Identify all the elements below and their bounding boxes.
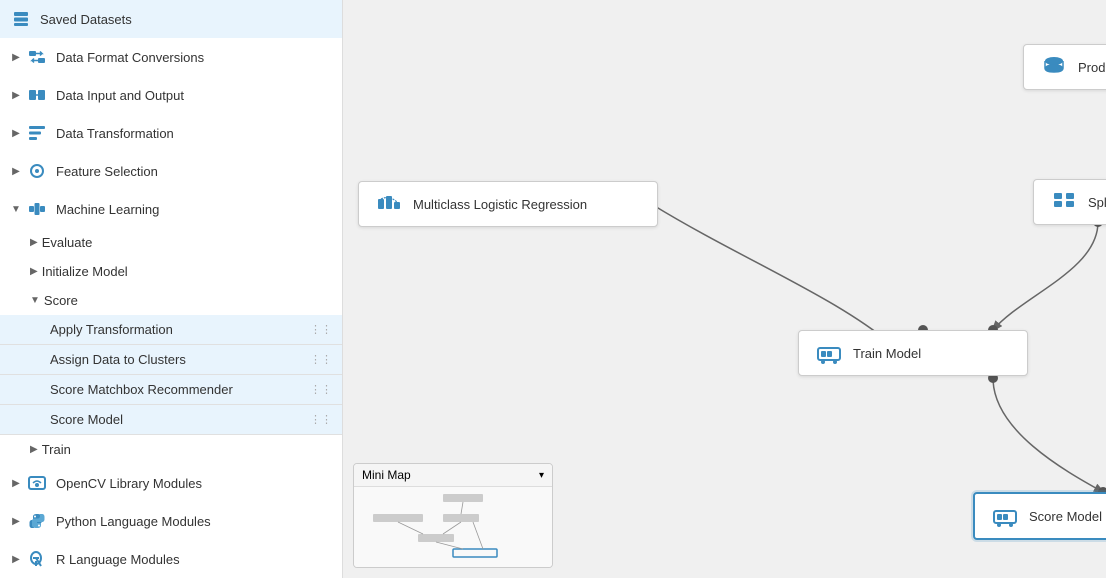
sidebar-item-machine-learning[interactable]: ▼ Machine Learning xyxy=(0,190,342,228)
database-icon xyxy=(1040,53,1068,81)
node-train-model[interactable]: Train Model xyxy=(798,330,1028,376)
chevron-right-icon: ▶ xyxy=(10,515,22,527)
node-label: Split Data xyxy=(1088,195,1106,210)
chevron-right-icon: ▶ xyxy=(10,89,22,101)
mini-map-label: Mini Map xyxy=(362,468,411,482)
sidebar-item-initialize-model[interactable]: ▶ Initialize Model xyxy=(0,257,342,286)
drag-handle-icon: ⋮⋮ xyxy=(310,413,332,426)
sidebar-item-label: Machine Learning xyxy=(56,202,332,217)
sidebar-item-label: Assign Data to Clusters xyxy=(50,352,186,367)
node-score-model[interactable]: Score Model xyxy=(973,492,1106,540)
sidebar-item-label: Feature Selection xyxy=(56,164,332,179)
node-label: Score Model xyxy=(1029,509,1102,524)
mini-map-body xyxy=(354,487,552,567)
chevron-right-icon: ▶ xyxy=(10,477,22,489)
regression-icon xyxy=(375,190,403,218)
chevron-right-icon: ▶ xyxy=(30,266,38,277)
sidebar-item-label: Initialize Model xyxy=(42,264,128,279)
chevron-right-icon: ▶ xyxy=(10,127,22,139)
node-split-data[interactable]: Split Data xyxy=(1033,179,1106,225)
sidebar-item-label: Python Language Modules xyxy=(56,514,332,529)
chevron-right-icon: ▶ xyxy=(10,553,22,565)
sidebar-item-label: Data Transformation xyxy=(56,126,332,141)
mini-map-header: Mini Map ▾ xyxy=(354,464,552,487)
dataset-icon xyxy=(10,8,32,30)
sidebar-item-label: R Language Modules xyxy=(56,552,332,567)
sidebar-item-label: Score Matchbox Recommender xyxy=(50,382,233,397)
sidebar-item-label: Score Model xyxy=(50,412,123,427)
drag-handle-icon: ⋮⋮ xyxy=(310,323,332,336)
sidebar-item-label: Score xyxy=(44,293,78,308)
mini-map-svg xyxy=(363,492,543,562)
sidebar-item-saved-datasets[interactable]: Saved Datasets xyxy=(0,0,342,38)
drag-handle-icon: ⋮⋮ xyxy=(310,353,332,366)
main-canvas[interactable]: ProductsTableCSV.csv Split Data Multicla… xyxy=(343,0,1106,578)
ml-icon xyxy=(26,198,48,220)
sidebar-item-data-transformation[interactable]: ▶ Data Transformation xyxy=(0,114,342,152)
sidebar-item-label: Saved Datasets xyxy=(40,12,332,27)
node-label: Train Model xyxy=(853,346,921,361)
drag-handle-icon: ⋮⋮ xyxy=(310,383,332,396)
train-icon xyxy=(815,339,843,367)
sidebar-item-score-matchbox-recommender[interactable]: Score Matchbox Recommender ⋮⋮ xyxy=(0,375,342,405)
chevron-down-icon: ▼ xyxy=(10,203,22,215)
r-icon xyxy=(26,548,48,570)
io-icon xyxy=(26,84,48,106)
sidebar-item-apply-transformation[interactable]: Apply Transformation ⋮⋮ xyxy=(0,315,342,345)
sidebar-item-label: Train xyxy=(42,442,71,457)
score-icon xyxy=(991,502,1019,530)
sidebar-item-r-language-modules[interactable]: ▶ R Language Modules xyxy=(0,540,342,578)
chevron-right-icon: ▶ xyxy=(10,51,22,63)
sidebar-item-python-language-modules[interactable]: ▶ Python Language Modules xyxy=(0,502,342,540)
mini-map-dropdown[interactable]: ▾ xyxy=(539,470,544,481)
chevron-right-icon: ▶ xyxy=(10,165,22,177)
sidebar-item-label: Data Input and Output xyxy=(56,88,332,103)
conversion-icon xyxy=(26,46,48,68)
sidebar-item-feature-selection[interactable]: ▶ Feature Selection xyxy=(0,152,342,190)
sidebar-item-evaluate[interactable]: ▶ Evaluate xyxy=(0,228,342,257)
transform-icon xyxy=(26,122,48,144)
sidebar: Saved Datasets ▶ Data Format Conversions… xyxy=(0,0,343,578)
split-icon xyxy=(1050,188,1078,216)
sidebar-item-score[interactable]: ▼ Score xyxy=(0,286,342,315)
sidebar-item-label: Evaluate xyxy=(42,235,93,250)
chevron-down-icon: ▼ xyxy=(30,295,40,306)
chevron-right-icon: ▶ xyxy=(30,444,38,455)
opencv-icon xyxy=(26,472,48,494)
node-multiclass-logistic-regression[interactable]: Multiclass Logistic Regression xyxy=(358,181,658,227)
sidebar-item-label: Apply Transformation xyxy=(50,322,173,337)
sidebar-item-assign-data-to-clusters[interactable]: Assign Data to Clusters ⋮⋮ xyxy=(0,345,342,375)
feature-icon xyxy=(26,160,48,182)
sidebar-item-data-format-conversions[interactable]: ▶ Data Format Conversions xyxy=(0,38,342,76)
node-label: Multiclass Logistic Regression xyxy=(413,197,587,212)
python-icon xyxy=(26,510,48,532)
sidebar-item-label: OpenCV Library Modules xyxy=(56,476,332,491)
sidebar-item-data-input-output[interactable]: ▶ Data Input and Output xyxy=(0,76,342,114)
sidebar-item-score-model[interactable]: Score Model ⋮⋮ xyxy=(0,405,342,435)
mini-map-container: Mini Map ▾ xyxy=(353,463,553,568)
sidebar-item-opencv-library-modules[interactable]: ▶ OpenCV Library Modules xyxy=(0,464,342,502)
node-products-table-csv[interactable]: ProductsTableCSV.csv xyxy=(1023,44,1106,90)
sidebar-item-train[interactable]: ▶ Train xyxy=(0,435,342,464)
sidebar-item-label: Data Format Conversions xyxy=(56,50,332,65)
node-label: ProductsTableCSV.csv xyxy=(1078,60,1106,75)
chevron-right-icon: ▶ xyxy=(30,237,38,248)
